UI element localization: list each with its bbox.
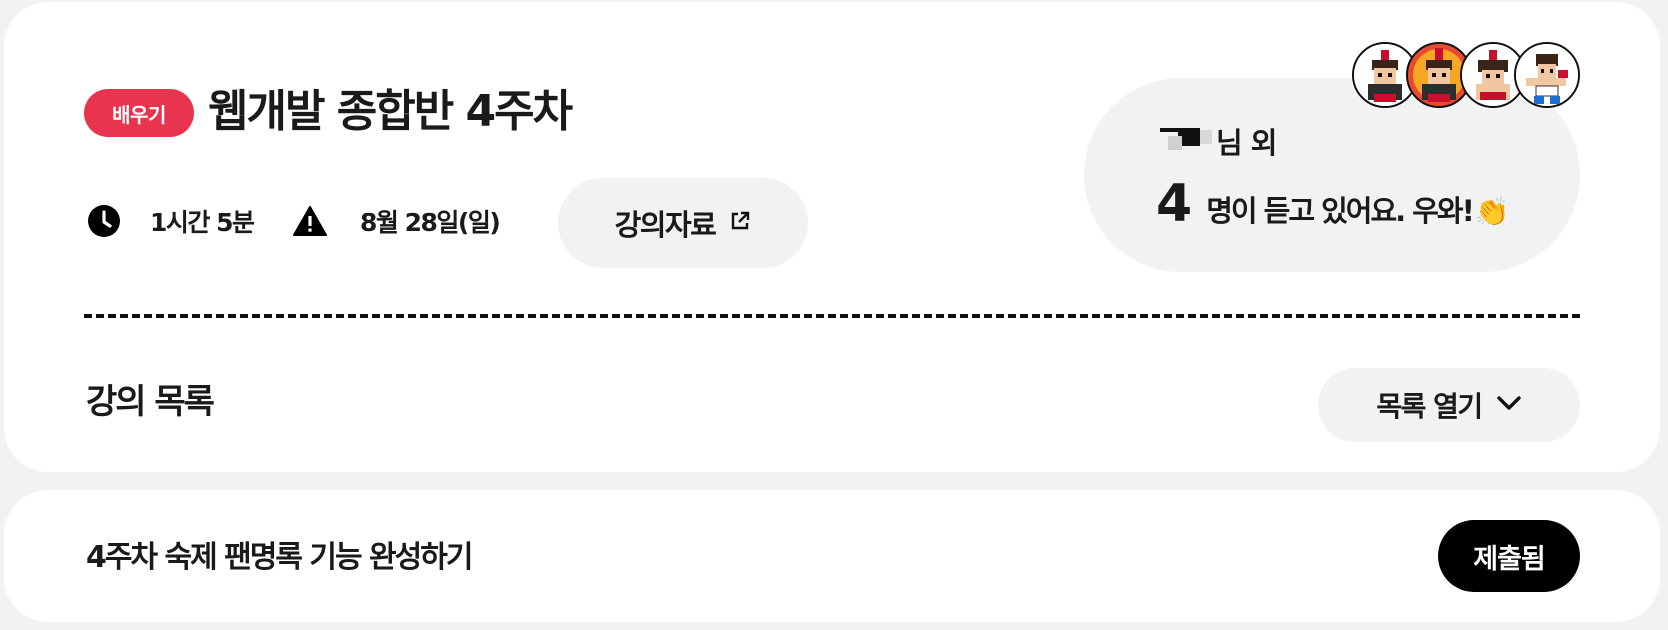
duration-text: 1시간 5분 [150, 208, 255, 237]
redacted-name [1160, 128, 1214, 154]
lecture-material-button[interactable]: 강의자료 [558, 178, 808, 268]
listener-avatars [1352, 42, 1584, 108]
clock-icon [86, 203, 122, 239]
submitted-button[interactable]: 제출됨 [1438, 520, 1580, 592]
week-title: 웹개발 종합반 4주차 [208, 86, 573, 137]
listener-count-row: 4 명이 듣고 있어요. 우와! 👏 [1156, 174, 1510, 234]
deadline-text: 8월 28일(일) [360, 208, 501, 237]
lecture-list-title: 강의 목록 [86, 382, 215, 422]
homework-title: 4주차 숙제 팬명록 기능 완성하기 [86, 540, 473, 575]
lecture-material-label: 강의자료 [614, 208, 717, 242]
clap-emoji: 👏 [1474, 195, 1510, 228]
open-list-label: 목록 열기 [1376, 390, 1483, 423]
learn-badge: 배우기 [84, 89, 194, 137]
avatar [1514, 42, 1580, 108]
chevron-down-icon [1496, 394, 1522, 416]
listener-name-row: 님 외 [1160, 120, 1277, 162]
listener-count: 4 [1156, 174, 1193, 234]
section-divider [84, 314, 1580, 318]
deadline-info: 8월 28일(일) [292, 201, 501, 241]
listener-text: 명이 듣고 있어요. 우와! [1206, 194, 1475, 228]
external-link-icon [729, 210, 751, 236]
listener-name-suffix: 님 외 [1216, 126, 1277, 160]
warning-icon [292, 203, 328, 239]
duration-info: 1시간 5분 [86, 201, 255, 241]
open-list-button[interactable]: 목록 열기 [1318, 368, 1580, 442]
